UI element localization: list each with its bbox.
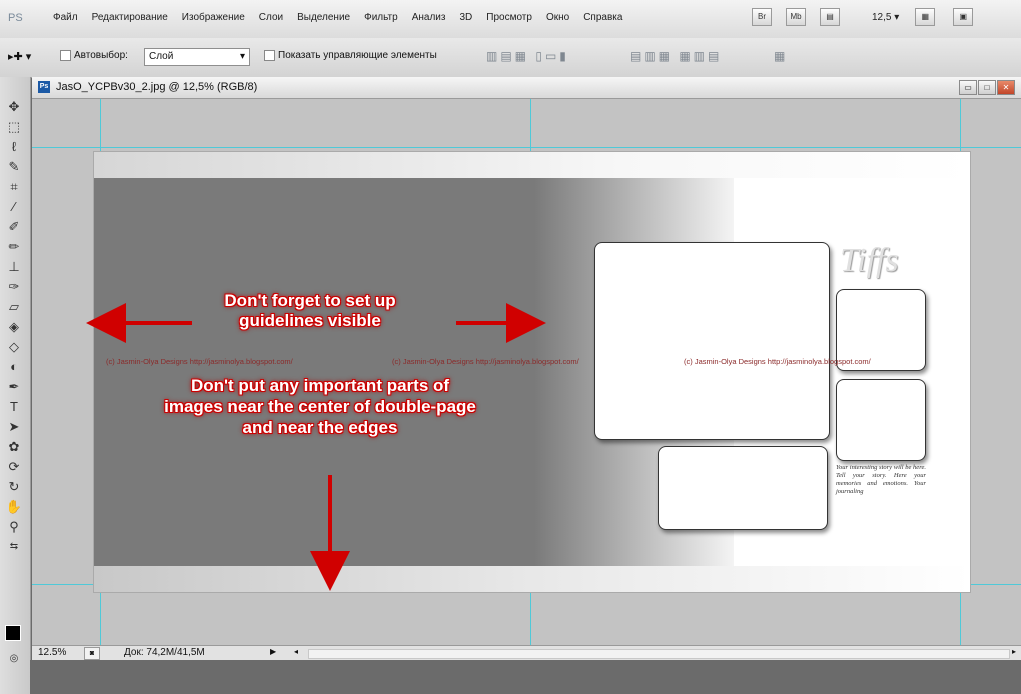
zoom-tool-icon[interactable]: ⚲ bbox=[4, 519, 24, 535]
scroll-right-icon[interactable]: ▸ bbox=[1012, 647, 1016, 656]
bridge-button[interactable]: Br bbox=[752, 8, 772, 26]
menu-bar: PS Файл Редактирование Изображение Слои … bbox=[0, 0, 1021, 39]
menu-file[interactable]: Файл bbox=[46, 12, 85, 23]
foreground-color-swatch[interactable] bbox=[5, 625, 21, 641]
menu-layers[interactable]: Слои bbox=[252, 12, 290, 23]
menu-window[interactable]: Окно bbox=[539, 12, 576, 23]
hand-tool-icon[interactable]: ✋ bbox=[4, 499, 24, 515]
auto-align-button[interactable]: ▦ bbox=[774, 49, 788, 63]
path-selection-tool-icon[interactable]: ➤ bbox=[4, 419, 24, 435]
document-window: Ps JasO_YCPBv30_2.jpg @ 12,5% (RGB/8) ▭ … bbox=[32, 77, 1021, 677]
scroll-left-icon[interactable]: ◂ bbox=[294, 647, 298, 656]
workspace-bottom bbox=[30, 660, 1021, 694]
chevron-down-icon: ▾ bbox=[239, 51, 245, 62]
show-controls-check-icon[interactable] bbox=[264, 50, 275, 61]
main-menu: Файл Редактирование Изображение Слои Выд… bbox=[46, 12, 629, 23]
options-bar: ▸✚ ▾ Автовыбор: Слой ▾ Показать управляю… bbox=[0, 38, 1021, 78]
move-tool-icon[interactable]: ▸✚ ▾ bbox=[8, 50, 31, 63]
menubar-right-controls: Br Mb ▤ 12,5 ▾ ▦ ▣ bbox=[752, 8, 974, 26]
dodge-tool-icon[interactable]: ◐ bbox=[4, 359, 24, 375]
eraser-tool-icon[interactable]: ▱ bbox=[4, 299, 24, 315]
move-tool-icon[interactable]: ✥ bbox=[4, 99, 24, 115]
status-bar: 12.5% ◙ Док: 74,2M/41,5M ▶ ◂ ▸ bbox=[32, 645, 1021, 660]
menu-view[interactable]: Просмотр bbox=[479, 12, 539, 23]
mini-bridge-button[interactable]: Mb bbox=[786, 8, 806, 26]
marquee-tool-icon[interactable]: ⬚ bbox=[4, 119, 24, 135]
status-menu-arrow-icon[interactable]: ▶ bbox=[270, 647, 276, 656]
distribute-buttons-group[interactable]: ▤▥▦ ▦▥▤ bbox=[630, 49, 722, 63]
menu-filter[interactable]: Фильтр bbox=[357, 12, 405, 23]
healing-brush-tool-icon[interactable]: ✐ bbox=[4, 219, 24, 235]
screen-mode-icon[interactable]: ▣ bbox=[953, 8, 974, 26]
quick-select-tool-icon[interactable]: ✎ bbox=[4, 159, 24, 175]
type-tool-icon[interactable]: T bbox=[4, 399, 24, 415]
clone-stamp-tool-icon[interactable]: ⊥ bbox=[4, 259, 24, 275]
tools-panel: ✥ ⬚ ℓ ✎ ⌗ ⁄ ✐ ✏ ⊥ ✑ ▱ ◈ ◇ ◐ ✒ T ➤ ✿ ⟳ ↻ … bbox=[0, 77, 31, 694]
autoselect-dropdown[interactable]: Слой ▾ bbox=[144, 48, 250, 66]
crop-tool-icon[interactable]: ⌗ bbox=[4, 179, 24, 195]
autoselect-checkbox[interactable]: Автовыбор: bbox=[60, 50, 128, 61]
3d-rotate-tool-icon[interactable]: ⟳ bbox=[4, 459, 24, 475]
history-brush-tool-icon[interactable]: ✑ bbox=[4, 279, 24, 295]
menu-edit[interactable]: Редактирование bbox=[85, 12, 175, 23]
pen-tool-icon[interactable]: ✒ bbox=[4, 379, 24, 395]
autoselect-value: Слой bbox=[149, 51, 174, 62]
zoom-level-select[interactable]: 12,5 ▾ bbox=[872, 12, 899, 23]
autoselect-label: Автовыбор: bbox=[74, 50, 128, 62]
3d-orbit-tool-icon[interactable]: ↻ bbox=[4, 479, 24, 495]
menu-help[interactable]: Справка bbox=[576, 12, 629, 23]
eyedropper-tool-icon[interactable]: ⁄ bbox=[4, 199, 24, 215]
lasso-tool-icon[interactable]: ℓ bbox=[4, 139, 24, 155]
shape-tool-icon[interactable]: ✿ bbox=[4, 439, 24, 455]
brush-tool-icon[interactable]: ✏ bbox=[4, 239, 24, 255]
menu-image[interactable]: Изображение bbox=[175, 12, 252, 23]
menu-analysis[interactable]: Анализ bbox=[405, 12, 453, 23]
show-transform-controls-checkbox[interactable]: Показать управляющие элементы bbox=[264, 50, 437, 61]
paint-bucket-tool-icon[interactable]: ◈ bbox=[4, 319, 24, 335]
arrange-documents-icon[interactable]: ▦ bbox=[915, 8, 936, 26]
quick-mask-icon[interactable]: ◎ bbox=[4, 651, 24, 667]
annotation-arrows bbox=[86, 303, 546, 591]
menu-3d[interactable]: 3D bbox=[452, 12, 479, 23]
status-zoom[interactable]: 12.5% bbox=[38, 647, 66, 658]
status-camera-icon[interactable]: ◙ bbox=[84, 647, 100, 660]
swap-colors-icon[interactable]: ⇆ bbox=[4, 539, 24, 555]
view-extras-icon[interactable]: ▤ bbox=[820, 8, 840, 26]
horizontal-scrollbar[interactable] bbox=[308, 649, 1010, 659]
status-doc-size: Док: 74,2M/41,5M bbox=[124, 647, 205, 658]
autoselect-check-icon[interactable] bbox=[60, 50, 71, 61]
blur-tool-icon[interactable]: ◇ bbox=[4, 339, 24, 355]
app-logo: PS bbox=[8, 12, 23, 24]
menu-select[interactable]: Выделение bbox=[290, 12, 357, 23]
show-controls-label: Показать управляющие элементы bbox=[278, 50, 437, 62]
align-buttons-group[interactable]: ▥▤▦ ▯▭▮ bbox=[486, 49, 569, 63]
